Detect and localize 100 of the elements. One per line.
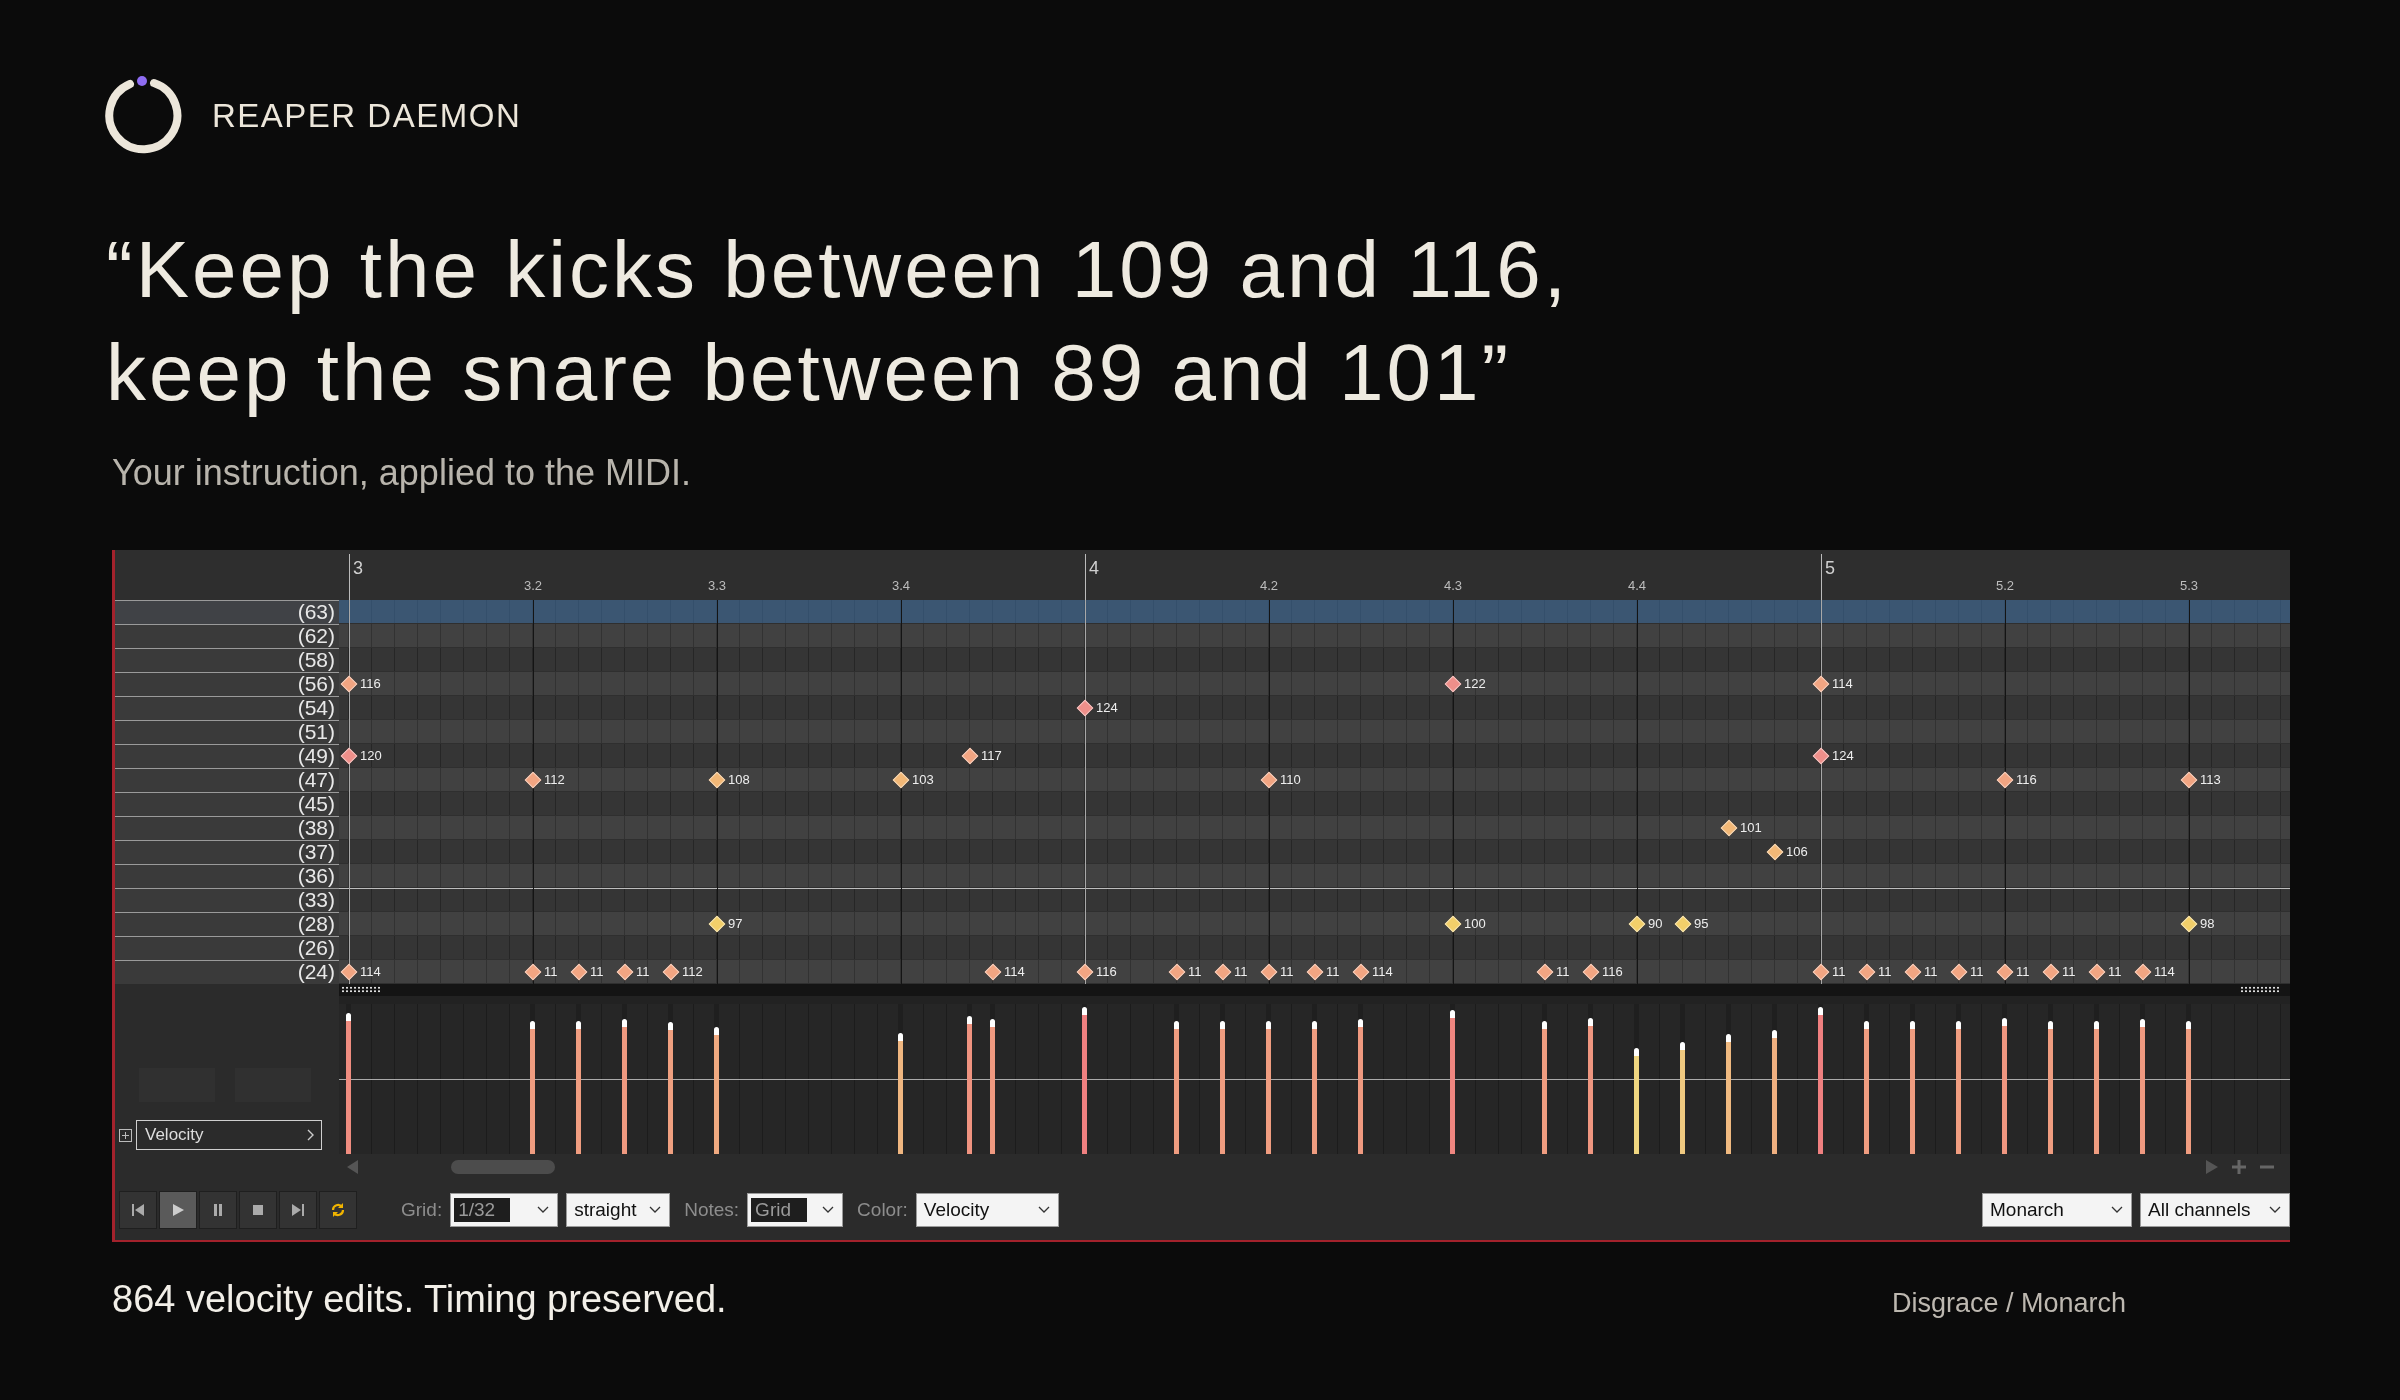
velocity-value: 114 — [1372, 964, 1393, 980]
note-marker[interactable] — [340, 963, 358, 981]
velocity-value: 11 — [1878, 964, 1892, 980]
resize-grip[interactable] — [2240, 986, 2280, 993]
velocity-value: 110 — [1280, 772, 1301, 788]
velocity-value: 95 — [1694, 916, 1709, 932]
velocity-value: 114 — [1004, 964, 1025, 980]
velocity-value: 117 — [981, 748, 1002, 764]
beat-number: 3.2 — [523, 578, 543, 593]
note-row-label[interactable]: (58) — [115, 648, 339, 672]
velocity-value: 11 — [1280, 964, 1294, 980]
start-button[interactable] — [119, 1191, 157, 1229]
stop-button[interactable] — [239, 1191, 277, 1229]
velocity-value: 11 — [590, 964, 604, 980]
piano-roll-grid[interactable]: 116 122 114 124 120 117 124 112 108 103 110 116 113 101 106 97 100 90 95 98 114 11 11 11 112 114 116 11 11 11 11 114 11 116 11 11 11 11 11 11 11 114 — [339, 600, 2290, 984]
velocity-value: 11 — [544, 964, 558, 980]
chevron-down-icon — [2269, 1206, 2281, 1214]
scroll-thumb[interactable] — [451, 1160, 555, 1174]
velocity-value: 11 — [1234, 964, 1248, 980]
velocity-value: 11 — [1326, 964, 1340, 980]
headline: keep the snare between 89 and 101” — [106, 327, 1513, 419]
velocity-value: 124 — [1096, 700, 1118, 716]
dropdown[interactable]: All channels — [2140, 1193, 2290, 1227]
note-row-label[interactable]: (63) — [115, 600, 339, 624]
brand-name: REAPER DAEMON — [212, 97, 522, 135]
velocity-value: 112 — [682, 964, 703, 980]
note-row-label[interactable]: (54) — [115, 696, 339, 720]
velocity-value: 108 — [728, 772, 750, 788]
velocity-value: 120 — [360, 748, 382, 764]
play-icon — [171, 1203, 185, 1217]
velocity-value: 113 — [2200, 772, 2221, 788]
dropdown[interactable]: Velocity — [915, 1193, 1059, 1227]
field-label: Grid: — [401, 1199, 443, 1221]
play-button[interactable] — [159, 1191, 197, 1229]
velocity-value: 116 — [1096, 964, 1117, 980]
velocity-value: 103 — [912, 772, 934, 788]
note-row-label[interactable]: (26) — [115, 936, 339, 960]
note-row-label[interactable]: (28) — [115, 912, 339, 936]
velocity-value: 11 — [1924, 964, 1938, 980]
song-credit: Disgrace / Monarch — [1891, 1288, 2126, 1319]
pause-button[interactable] — [199, 1191, 237, 1229]
skip-back-icon — [131, 1203, 145, 1217]
subtitle: Your instruction, applied to the MIDI. — [112, 452, 692, 494]
lane-dropdown[interactable]: Velocity — [136, 1120, 322, 1150]
dropdown[interactable]: Monarch — [1982, 1193, 2132, 1227]
dropdown[interactable]: straight — [566, 1193, 671, 1227]
note-row-label[interactable]: (45) — [115, 792, 339, 816]
measure-number: 3 — [353, 558, 363, 579]
field-label: Notes: — [684, 1199, 740, 1221]
zoom-in-icon[interactable] — [2232, 1160, 2246, 1174]
velocity-value: 114 — [1832, 676, 1853, 692]
chevron-down-icon — [822, 1206, 835, 1214]
chevron-down-icon — [2111, 1206, 2123, 1214]
chevron-down-icon — [1037, 1206, 1050, 1214]
field-label: Color: — [857, 1199, 908, 1221]
velocity-value: 98 — [2200, 916, 2215, 932]
note-row-label[interactable]: (47) — [115, 768, 339, 792]
end-button[interactable] — [279, 1191, 317, 1229]
velocity-value: 11 — [2016, 964, 2030, 980]
velocity-value: 122 — [1464, 676, 1486, 692]
note-marker[interactable] — [340, 747, 358, 765]
note-row-label[interactable]: (62) — [115, 624, 339, 648]
note-marker[interactable] — [340, 675, 358, 693]
velocity-value: 116 — [1602, 964, 1623, 980]
velocity-value: 11 — [1556, 964, 1570, 980]
beat-number: 4.4 — [1627, 578, 1647, 593]
velocity-value: 114 — [2154, 964, 2175, 980]
note-row-label[interactable]: (36) — [115, 864, 339, 888]
velocity-value: 116 — [360, 676, 381, 692]
velocity-value: 97 — [728, 916, 743, 932]
pause-icon — [211, 1203, 225, 1217]
add-lane-icon[interactable] — [119, 1128, 132, 1142]
note-row-label[interactable]: (56) — [115, 672, 339, 696]
velocity-value: 11 — [1188, 964, 1202, 980]
headline: “Keep the kicks between 109 and 116, — [106, 224, 1570, 316]
velocity-value: 11 — [2062, 964, 2076, 980]
note-row-label[interactable]: (24) — [115, 960, 339, 984]
beat-number: 5.3 — [2179, 578, 2199, 593]
velocity-value: 11 — [1970, 964, 1984, 980]
dropdown[interactable]: 1/32 — [450, 1193, 559, 1227]
velocity-value: 90 — [1648, 916, 1663, 932]
note-row-label[interactable]: (51) — [115, 720, 339, 744]
measure-number: 4 — [1089, 558, 1099, 579]
velocity-value: 100 — [1464, 916, 1486, 932]
velocity-lane[interactable] — [339, 996, 2290, 1154]
loop-button[interactable] — [319, 1191, 357, 1229]
velocity-value: 106 — [1786, 844, 1808, 860]
note-row-label[interactable]: (49) — [115, 744, 339, 768]
note-row-label[interactable]: (38) — [115, 816, 339, 840]
chevron-icon — [307, 1129, 315, 1141]
resize-grip[interactable] — [341, 986, 381, 993]
velocity-value: 114 — [360, 964, 381, 980]
velocity-value: 101 — [1740, 820, 1762, 836]
velocity-value: 11 — [2108, 964, 2122, 980]
note-row-label[interactable]: (37) — [115, 840, 339, 864]
velocity-value: 124 — [1832, 748, 1854, 764]
beat-number: 3.4 — [891, 578, 911, 593]
note-row-label[interactable]: (33) — [115, 888, 339, 912]
stop-icon — [251, 1203, 265, 1217]
dropdown[interactable]: Grid — [747, 1193, 844, 1227]
